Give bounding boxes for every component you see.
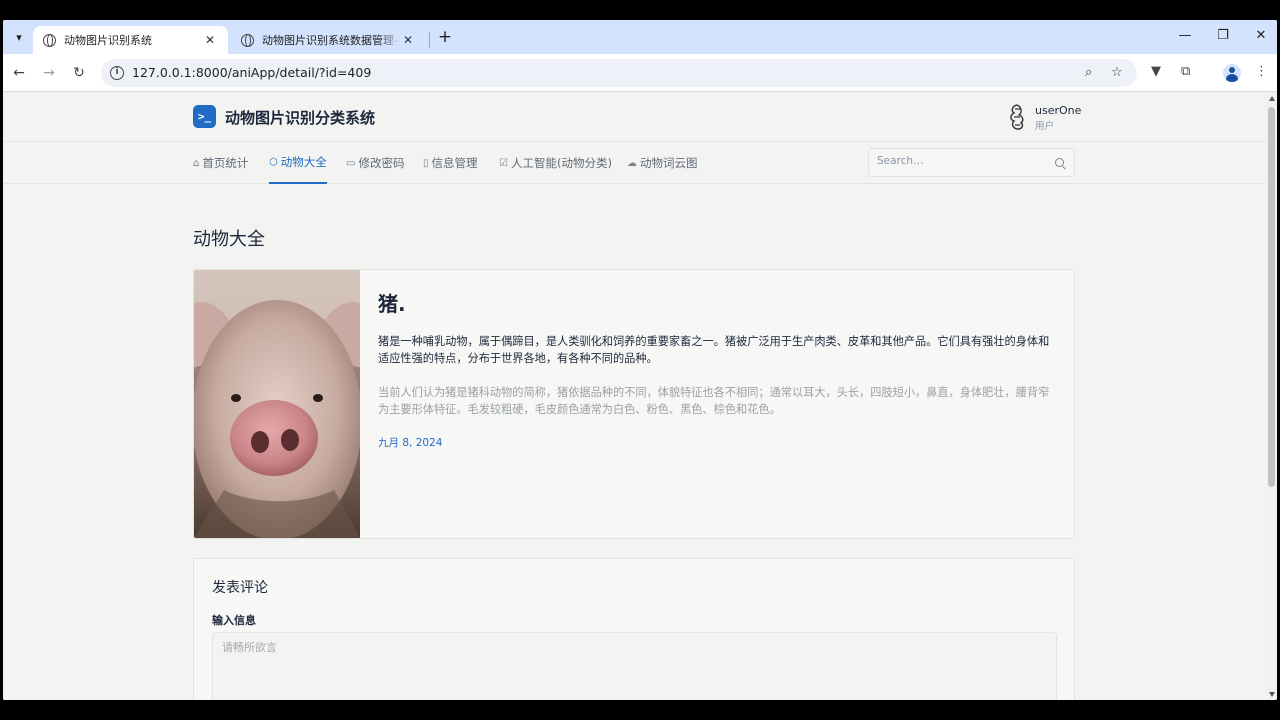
user-name[interactable]: userOne [1035, 104, 1081, 117]
tab-title: 动物图片识别系统 [64, 34, 152, 47]
animal-detail-body: 猪. 猪是一种哺乳动物，属于偶蹄目，是人类驯化和饲养的重要家畜之一。猪被广泛用于… [378, 288, 1058, 450]
restore-icon[interactable]: ❐ [1213, 28, 1233, 43]
nav-item-info-management[interactable]: ▯ 信息管理 [423, 142, 478, 184]
site-title[interactable]: 动物图片识别分类系统 [225, 107, 375, 128]
nav-item-label: 首页统计 [202, 156, 249, 170]
animal-detail-text: 当前人们认为猪是猪科动物的简称，猪依据品种的不同，体貌特征也各不相同；通常以耳大… [378, 386, 1050, 416]
search-box[interactable] [868, 148, 1075, 177]
terminal-logo-icon[interactable]: >_ [193, 105, 216, 128]
tab-search-chevron-icon[interactable]: ▾ [9, 27, 29, 47]
comment-input-label: 输入信息 [212, 614, 256, 627]
animal-description: 猪是一种哺乳动物，属于偶蹄目，是人类驯化和饲养的重要家畜之一。猪被广泛用于生产肉… [378, 335, 1050, 365]
browser-toolbar: ← → ↻ i 127.0.0.1:8000/aniApp/detail/?id… [3, 54, 1277, 92]
site-info-icon[interactable]: i [110, 66, 124, 80]
publish-date: 九月 8, 2024 [378, 437, 443, 449]
extensions-puzzle-icon[interactable]: ⧉ [1181, 64, 1190, 79]
web-page: >_ 动物图片识别分类系统 userOne 用户 ⌂ 首页统计 ⬡ 动物大全 ▭… [3, 93, 1266, 700]
back-icon[interactable]: ← [10, 64, 28, 82]
nav-item-label: 信息管理 [431, 156, 478, 170]
comment-card: 发表评论 输入信息 [193, 558, 1075, 700]
menu-kebab-icon[interactable]: ⋮ [1255, 64, 1268, 79]
browser-window: ▾ 动物图片识别系统 ✕ 动物图片识别系统数据管理-登录 ✕ + — ❐ ✕ ←… [3, 20, 1277, 700]
tab-active[interactable]: 动物图片识别系统 ✕ [33, 26, 228, 54]
reload-icon[interactable]: ↻ [70, 64, 88, 82]
globe-icon [43, 33, 56, 47]
user-role: 用户 [1035, 121, 1055, 132]
url-text[interactable]: 127.0.0.1:8000/aniApp/detail/?id=409 [132, 65, 371, 80]
animal-detail-card: 猪. 猪是一种哺乳动物，属于偶蹄目，是人类驯化和饲养的重要家畜之一。猪被广泛用于… [193, 269, 1075, 539]
new-tab-button[interactable]: + [435, 28, 455, 48]
nav-item-ai-classification[interactable]: ☑ 人工智能(动物分类) [499, 142, 612, 184]
file-icon: ▯ [423, 157, 429, 169]
site-header: >_ 动物图片识别分类系统 userOne 用户 [3, 93, 1266, 142]
pig-photo [194, 270, 360, 538]
nav-item-label: 动物大全 [280, 155, 327, 169]
home-icon: ⌂ [193, 157, 200, 169]
globe-icon [241, 33, 254, 47]
search-input[interactable] [877, 155, 1047, 167]
scroll-up-icon[interactable] [1269, 96, 1275, 101]
minimize-icon[interactable]: — [1175, 28, 1195, 43]
forward-icon[interactable]: → [40, 64, 58, 82]
scrollbar-thumb[interactable] [1268, 107, 1275, 487]
nav-item-label: 人工智能(动物分类) [510, 156, 612, 170]
site-nav: ⌂ 首页统计 ⬡ 动物大全 ▭ 修改密码 ▯ 信息管理 ☑ 人工智能(动物分类)… [3, 142, 1266, 184]
checkbox-icon: ☑ [499, 157, 508, 169]
bookmark-star-icon[interactable]: ☆ [1111, 65, 1123, 80]
nav-item-home-stats[interactable]: ⌂ 首页统计 [193, 142, 248, 184]
calendar-icon: ▭ [346, 157, 356, 169]
page-title: 动物大全 [193, 229, 265, 250]
tab-divider [429, 32, 430, 48]
zoom-icon[interactable]: ⌕ [1085, 65, 1092, 80]
nav-item-word-cloud[interactable]: ☁ 动物词云图 [627, 142, 698, 184]
cloud-icon: ☁ [627, 157, 637, 169]
comment-section-title: 发表评论 [212, 580, 268, 596]
page-scrollbar[interactable] [1266, 93, 1277, 700]
nav-item-label: 修改密码 [358, 156, 405, 170]
close-window-icon[interactable]: ✕ [1251, 28, 1271, 43]
scroll-down-icon[interactable] [1269, 692, 1275, 697]
tab-inactive[interactable]: 动物图片识别系统数据管理-登录 ✕ [231, 26, 426, 54]
user-avatar[interactable] [1006, 103, 1028, 131]
extension-v-icon[interactable]: ▼ [1151, 64, 1161, 79]
screen-frame: ▾ 动物图片识别系统 ✕ 动物图片识别系统数据管理-登录 ✕ + — ❐ ✕ ←… [0, 0, 1280, 720]
comment-textarea[interactable] [212, 632, 1057, 700]
tab-close-icon[interactable]: ✕ [400, 33, 416, 47]
search-icon[interactable] [1055, 158, 1064, 167]
box-icon: ⬡ [269, 156, 278, 168]
tab-strip: ▾ 动物图片识别系统 ✕ 动物图片识别系统数据管理-登录 ✕ + — ❐ ✕ [3, 20, 1277, 54]
animal-name: 猪. [378, 292, 406, 316]
nav-item-animal-encyclopedia[interactable]: ⬡ 动物大全 [269, 142, 327, 184]
tab-title: 动物图片识别系统数据管理-登录 [262, 34, 400, 47]
address-bar[interactable]: i 127.0.0.1:8000/aniApp/detail/?id=409 ⌕… [101, 59, 1137, 87]
profile-avatar-icon[interactable] [1223, 64, 1241, 82]
nav-item-change-password[interactable]: ▭ 修改密码 [346, 142, 404, 184]
tab-close-icon[interactable]: ✕ [202, 33, 218, 47]
nav-item-label: 动物词云图 [640, 156, 698, 170]
